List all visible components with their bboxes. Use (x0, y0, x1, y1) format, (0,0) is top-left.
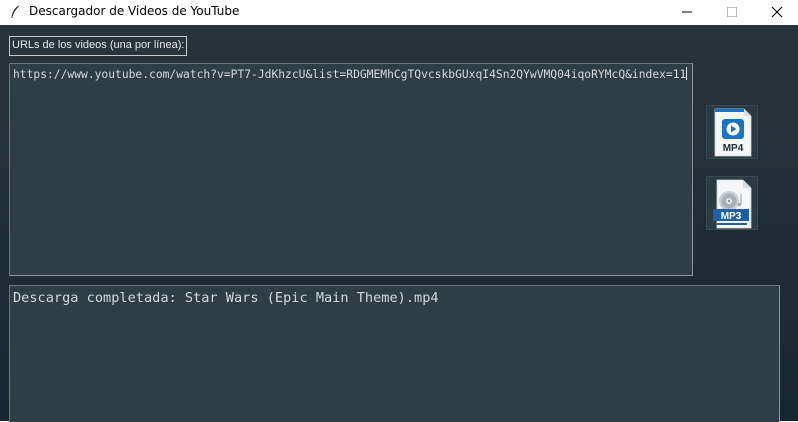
maximize-icon (727, 7, 737, 17)
title-bar: Descargador de Videos de YouTube (0, 0, 798, 25)
window-title: Descargador de Videos de YouTube (29, 4, 240, 18)
text-caret (686, 67, 688, 80)
log-message: Descarga completada: Star Wars (Epic Mai… (13, 290, 439, 306)
urls-label: URLs de los videos (una por línea): (9, 36, 188, 56)
mp4-file-icon: MP4 (714, 108, 752, 157)
urls-textarea-value: https://www.youtube.com/watch?v=PT7-JdKh… (13, 68, 687, 81)
mp3-file-icon: MP3 (713, 179, 752, 229)
log-output[interactable]: Descarga completada: Star Wars (Epic Mai… (9, 285, 780, 422)
download-mp3-button[interactable]: MP3 (706, 176, 758, 230)
minimize-icon (682, 11, 692, 13)
mp3-label: MP3 (721, 211, 742, 222)
maximize-button[interactable] (709, 0, 755, 25)
urls-textarea[interactable]: https://www.youtube.com/watch?v=PT7-JdKh… (9, 63, 693, 276)
feather-icon (9, 4, 23, 20)
mp4-label: MP4 (723, 143, 744, 154)
close-button[interactable] (754, 0, 798, 25)
minimize-button[interactable] (664, 0, 710, 25)
close-icon (771, 6, 783, 18)
download-mp4-button[interactable]: MP4 (706, 105, 758, 159)
